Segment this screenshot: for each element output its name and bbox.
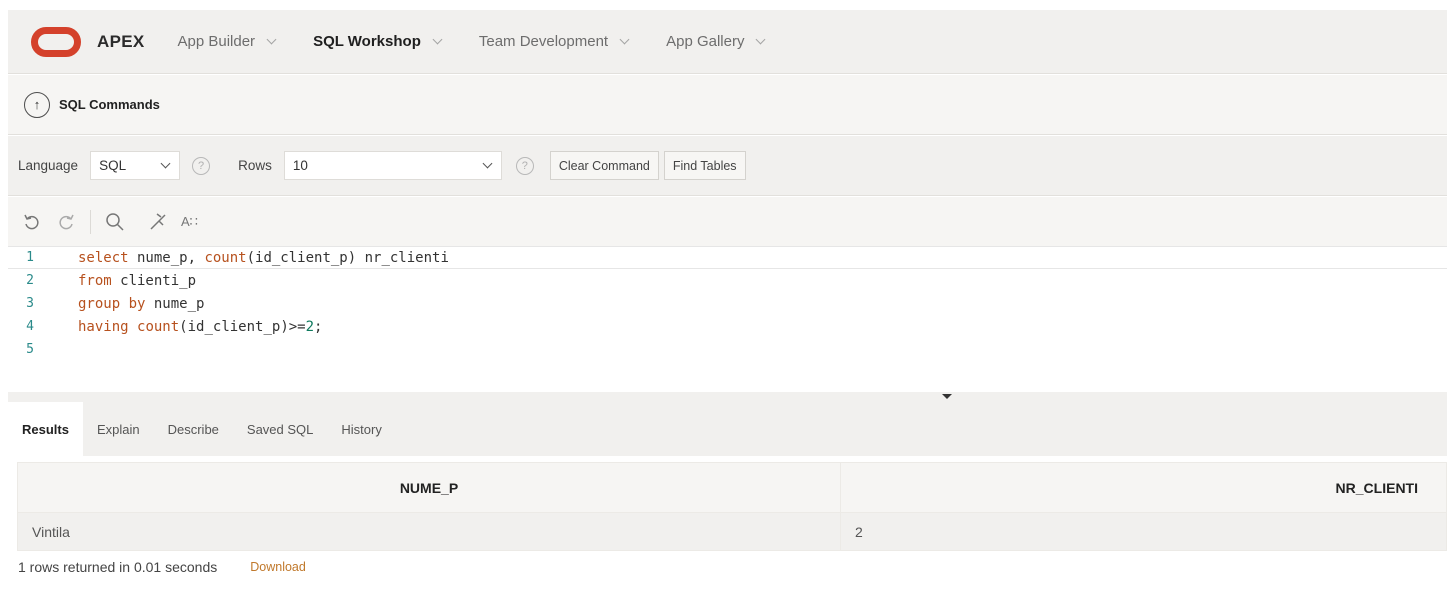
- pane-splitter[interactable]: [8, 392, 1447, 402]
- sql-code-editor[interactable]: 1 select nume_p, count(id_client_p) nr_c…: [8, 246, 1447, 392]
- language-select-value: SQL: [99, 158, 127, 173]
- main-nav: App Builder SQL Workshop Team Developmen…: [178, 33, 803, 50]
- nav-sql-workshop-label: SQL Workshop: [313, 33, 421, 50]
- chevron-down-icon: [619, 34, 630, 45]
- chevron-down-icon: [160, 158, 171, 169]
- chevron-down-icon: [756, 34, 766, 45]
- language-help-icon[interactable]: ?: [192, 156, 211, 175]
- results-status: 1 rows returned in 0.01 seconds: [18, 559, 218, 575]
- results-table: NUME_P NR_CLIENTI Vintila 2: [17, 462, 1447, 551]
- nav-app-builder-label: App Builder: [177, 33, 256, 50]
- editor-toolbar: A∷: [8, 197, 1447, 246]
- code-text: having count(id_client_p)>=2;: [78, 318, 323, 335]
- nav-app-gallery[interactable]: App Gallery: [666, 33, 766, 50]
- table-cell: Vintila: [17, 512, 841, 551]
- code-line: 1 select nume_p, count(id_client_p) nr_c…: [8, 246, 1447, 269]
- code-text: group by nume_p: [78, 295, 205, 312]
- nav-sql-workshop[interactable]: SQL Workshop: [313, 33, 443, 50]
- chevron-down-icon: [432, 34, 443, 45]
- line-number: 4: [26, 319, 34, 334]
- wrench-icon[interactable]: [147, 211, 169, 233]
- download-link[interactable]: Download: [250, 560, 306, 574]
- nav-app-gallery-label: App Gallery: [666, 33, 745, 50]
- table-header-row: NUME_P NR_CLIENTI: [17, 462, 1447, 513]
- top-navigation-bar: APEX App Builder SQL Workshop Team Devel…: [8, 10, 1447, 74]
- tab-saved-sql[interactable]: Saved SQL: [233, 402, 328, 456]
- chevron-down-icon: [482, 158, 493, 169]
- line-number: 5: [26, 342, 34, 357]
- column-header-nume-p: NUME_P: [17, 462, 841, 513]
- rows-select[interactable]: 10: [283, 151, 502, 180]
- undo-icon[interactable]: [22, 212, 42, 232]
- code-line: 3 group by nume_p: [8, 292, 1447, 315]
- language-label: Language: [18, 158, 79, 173]
- clear-command-button[interactable]: Clear Command: [549, 151, 659, 180]
- tab-results[interactable]: Results: [8, 402, 83, 456]
- line-number: 3: [26, 296, 34, 311]
- nav-team-development-label: Team Development: [478, 33, 609, 50]
- tab-history[interactable]: History: [327, 402, 395, 456]
- search-icon[interactable]: [105, 212, 125, 232]
- tab-explain[interactable]: Explain: [83, 402, 154, 456]
- rows-help-icon[interactable]: ?: [515, 156, 534, 175]
- command-options-bar: Language SQL ? Rows 10 ? Clear Command F…: [8, 136, 1447, 196]
- code-line: 2 from clienti_p: [8, 269, 1447, 292]
- page-title: SQL Commands: [59, 97, 160, 112]
- table-row: Vintila 2: [17, 512, 1447, 551]
- results-panel: NUME_P NR_CLIENTI Vintila 2 1 rows retur…: [8, 456, 1447, 591]
- line-number: 2: [26, 273, 34, 288]
- find-tables-button[interactable]: Find Tables: [663, 151, 746, 180]
- results-footer: 1 rows returned in 0.01 seconds Download: [18, 559, 306, 575]
- code-text: select nume_p, count(id_client_p) nr_cli…: [78, 249, 449, 266]
- chevron-down-icon: [266, 34, 277, 45]
- app-brand[interactable]: APEX: [97, 32, 145, 52]
- breadcrumb: ↑ SQL Commands: [8, 75, 1447, 135]
- oracle-logo[interactable]: [31, 26, 81, 57]
- caret-down-icon[interactable]: [942, 394, 952, 399]
- autocomplete-icon[interactable]: A∷: [181, 214, 198, 230]
- code-text: from clienti_p: [78, 272, 197, 289]
- line-number: 1: [26, 250, 34, 265]
- redo-icon[interactable]: [56, 212, 76, 232]
- table-cell: 2: [840, 512, 1447, 551]
- nav-app-builder[interactable]: App Builder: [177, 33, 277, 50]
- nav-team-development[interactable]: Team Development: [478, 33, 630, 50]
- tab-describe[interactable]: Describe: [154, 402, 233, 456]
- language-select[interactable]: SQL: [90, 151, 181, 180]
- column-header-nr-clienti: NR_CLIENTI: [840, 462, 1447, 513]
- code-line: 5: [8, 338, 1447, 361]
- rows-label: Rows: [238, 158, 272, 173]
- code-line: 4 having count(id_client_p)>=2;: [8, 315, 1447, 338]
- toolbar-divider: [90, 209, 91, 234]
- rows-select-value: 10: [292, 158, 308, 173]
- results-tabs: Results Explain Describe Saved SQL Histo…: [8, 402, 1447, 456]
- arrow-up-circle-icon[interactable]: ↑: [24, 91, 50, 118]
